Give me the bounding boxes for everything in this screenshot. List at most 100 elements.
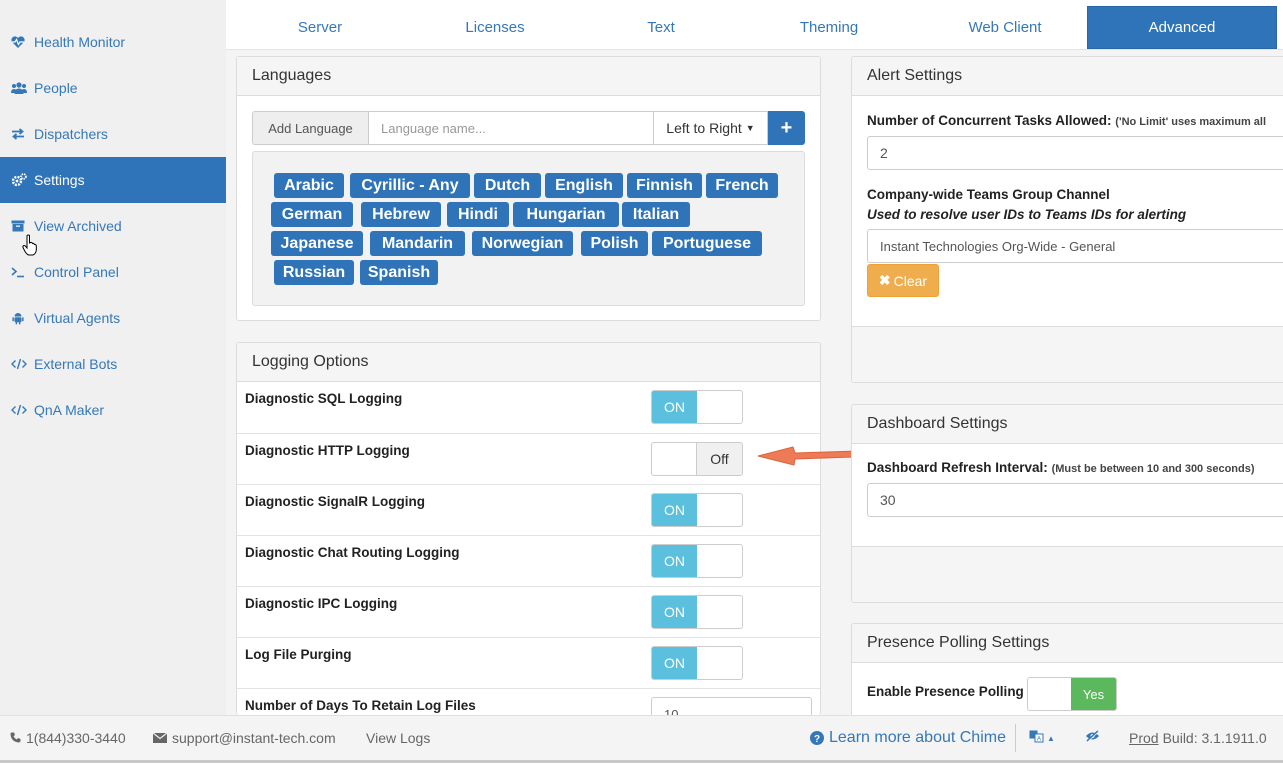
svg-text:A: A	[1037, 737, 1041, 743]
caret-down-icon: ▼	[745, 123, 755, 133]
email-info[interactable]: support@instant-tech.com	[152, 730, 336, 746]
panel-title: Alert Settings	[852, 57, 1283, 96]
concurrent-tasks-label: Number of Concurrent Tasks Allowed: ('No…	[867, 113, 1266, 128]
log-file-purging-toggle[interactable]: ON	[651, 646, 743, 680]
tab-text[interactable]: Text	[578, 6, 744, 49]
caret-up-icon: ▲	[1047, 733, 1055, 743]
logging-row: Number of Days To Retain Log Files 10	[237, 688, 820, 715]
tab-licenses[interactable]: Licenses	[410, 6, 580, 49]
logging-row: Diagnostic HTTP Logging Off	[237, 433, 820, 484]
dashboard-settings-panel: Dashboard Settings Dashboard Refresh Int…	[851, 404, 1283, 603]
language-tag[interactable]: Polish	[581, 231, 648, 256]
logging-row-label: Diagnostic IPC Logging	[245, 596, 398, 611]
language-tag[interactable]: Spanish	[360, 260, 438, 285]
language-tag[interactable]: Portuguese	[652, 231, 762, 256]
teams-channel-description: Used to resolve user IDs to Teams IDs fo…	[867, 207, 1187, 222]
language-tag[interactable]: Hindi	[447, 202, 509, 227]
language-tag[interactable]: Cyrillic - Any	[350, 173, 470, 198]
tab-advanced[interactable]: Advanced	[1087, 6, 1277, 49]
view-logs-link[interactable]: View Logs	[366, 730, 430, 746]
add-language-button[interactable]: +	[768, 111, 805, 145]
tab-theming[interactable]: Theming	[744, 6, 914, 49]
users-icon	[11, 82, 29, 94]
language-tag[interactable]: Finnish	[627, 173, 702, 198]
heartbeat-icon	[11, 35, 29, 49]
refresh-interval-label: Dashboard Refresh Interval: (Must be bet…	[867, 460, 1255, 475]
logging-row: Diagnostic IPC Logging ON	[237, 586, 820, 637]
logging-row: Diagnostic SQL Logging ON	[237, 382, 820, 433]
learn-more-link[interactable]: ? Learn more about Chime	[810, 729, 1006, 747]
sidebar-item-settings[interactable]: Settings	[0, 157, 226, 203]
sidebar-item-health-monitor[interactable]: Health Monitor	[0, 19, 226, 65]
language-tag[interactable]: Mandarin	[370, 231, 465, 256]
panel-title: Logging Options	[237, 343, 820, 382]
sidebar-item-external-bots[interactable]: External Bots	[0, 341, 226, 387]
sidebar-item-label: View Archived	[34, 218, 122, 234]
diagnostic-signalr-toggle[interactable]: ON	[651, 493, 743, 527]
language-tag[interactable]: Hungarian	[513, 202, 619, 227]
support-email: support@instant-tech.com	[172, 730, 336, 746]
phone-info: 1(844)330-3440	[10, 730, 126, 746]
sidebar-item-label: Control Panel	[34, 264, 119, 280]
teams-channel-label: Company-wide Teams Group Channel	[867, 187, 1110, 202]
terminal-icon	[11, 266, 29, 278]
language-tag[interactable]: Dutch	[474, 173, 541, 198]
toggle-yes-label: Yes	[1071, 678, 1116, 710]
toggle-on-label: ON	[652, 391, 697, 423]
clear-button[interactable]: ✖ Clear	[867, 264, 939, 297]
question-circle-icon: ?	[810, 731, 824, 745]
hand-cursor-icon	[22, 234, 38, 259]
logging-row: Diagnostic Chat Routing Logging ON	[237, 535, 820, 586]
logging-row-label: Diagnostic HTTP Logging	[245, 443, 410, 458]
language-tag[interactable]: Norwegian	[472, 231, 573, 256]
diagnostic-http-toggle[interactable]: Off	[651, 442, 743, 476]
diagnostic-sql-toggle[interactable]: ON	[651, 390, 743, 424]
sidebar-item-label: Settings	[34, 172, 85, 188]
settings-tabs: Server Licenses Text Theming Web Client …	[226, 0, 1283, 50]
language-tag[interactable]: Hebrew	[361, 202, 441, 227]
add-language-group: Add Language Language name... Left to Ri…	[252, 111, 805, 145]
language-tag[interactable]: Russian	[274, 260, 354, 285]
eye-slash-icon[interactable]	[1085, 730, 1100, 742]
concurrent-tasks-label-text: Number of Concurrent Tasks Allowed:	[867, 113, 1112, 128]
sidebar-item-dispatchers[interactable]: Dispatchers	[0, 111, 226, 157]
language-tag[interactable]: Japanese	[271, 231, 363, 256]
logging-options-panel: Logging Options Diagnostic SQL Logging O…	[236, 342, 821, 715]
language-name-input[interactable]: Language name...	[368, 111, 654, 145]
sidebar-item-virtual-agents[interactable]: Virtual Agents	[0, 295, 226, 341]
sidebar-item-people[interactable]: People	[0, 65, 226, 111]
language-tag[interactable]: English	[545, 173, 623, 198]
diagnostic-chat-routing-toggle[interactable]: ON	[651, 544, 743, 578]
languages-panel: Languages Add Language Language name... …	[236, 56, 821, 321]
language-tag[interactable]: German	[271, 202, 353, 227]
panel-footer	[852, 546, 1283, 602]
panel-footer	[852, 326, 1283, 382]
concurrent-tasks-input[interactable]: 2	[867, 136, 1283, 170]
code-icon	[11, 404, 29, 416]
toggle-on-label: ON	[652, 545, 697, 577]
tab-web-client[interactable]: Web Client	[919, 6, 1091, 49]
android-icon	[11, 311, 29, 325]
language-tag[interactable]: French	[706, 173, 778, 198]
sidebar-item-label: External Bots	[34, 356, 118, 372]
logging-row-label: Diagnostic SignalR Logging	[245, 494, 425, 509]
logging-row: Diagnostic SignalR Logging ON	[237, 484, 820, 535]
enable-presence-toggle[interactable]: Yes	[1027, 677, 1117, 711]
diagnostic-ipc-toggle[interactable]: ON	[651, 595, 743, 629]
retain-days-input[interactable]: 10	[651, 697, 812, 715]
teams-channel-select[interactable]: Instant Technologies Org-Wide - General	[867, 229, 1283, 263]
close-icon: ✖	[878, 272, 891, 288]
code-icon	[11, 358, 29, 370]
logging-row-label: Diagnostic SQL Logging	[245, 391, 403, 406]
language-tag[interactable]: Arabic	[274, 173, 344, 198]
logging-row-label: Diagnostic Chat Routing Logging	[245, 545, 460, 560]
tab-server[interactable]: Server	[236, 6, 404, 49]
sidebar-item-qna-maker[interactable]: QnA Maker	[0, 387, 226, 433]
language-tag[interactable]: Italian	[622, 202, 690, 227]
language-menu-button[interactable]: A ▲	[1029, 730, 1055, 746]
refresh-interval-input[interactable]: 30	[867, 483, 1283, 517]
footer-bar: 1(844)330-3440 support@instant-tech.com …	[0, 715, 1283, 760]
direction-dropdown[interactable]: Left to Right ▼	[654, 111, 768, 145]
build-info: Prod Build: 3.1.1911.0	[1129, 730, 1267, 746]
logging-row-label: Log File Purging	[245, 647, 352, 662]
